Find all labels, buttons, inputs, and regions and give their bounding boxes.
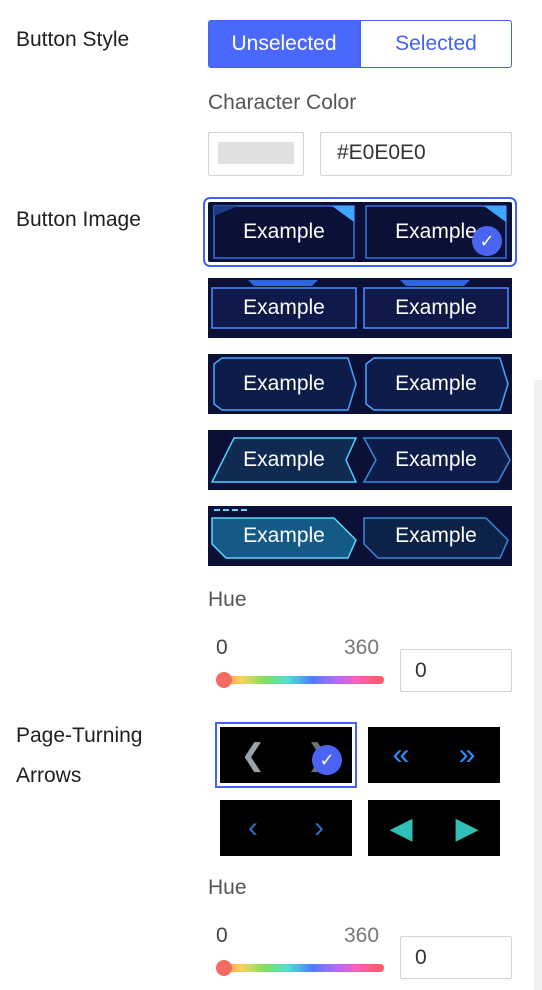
- double-chevron-right-icon: »: [458, 738, 476, 771]
- example-right-label: Example: [395, 448, 477, 471]
- selected-check-icon: ✓: [472, 226, 502, 256]
- page-turning-arrows-label-line1: Page-Turning: [16, 724, 143, 747]
- button-image-option-4[interactable]: Example Example: [208, 430, 512, 490]
- triangle-left-icon: ◀: [389, 811, 413, 845]
- button-image-option-5[interactable]: Example Example: [208, 506, 512, 566]
- arrow-style-option-3[interactable]: ‹ ›: [220, 800, 352, 856]
- triangle-right-icon: ▶: [455, 811, 479, 845]
- example-left-label: Example: [243, 524, 325, 547]
- hue-max-label: 360: [344, 636, 380, 659]
- double-chevron-left-icon: «: [392, 738, 410, 771]
- button-style-segmented-control: Unselected Selected: [208, 20, 512, 68]
- hue-min-label: 0: [216, 636, 228, 659]
- example-left-label: Example: [243, 372, 325, 395]
- chevron-left-icon: ❮: [240, 738, 266, 772]
- arrow-style-option-4[interactable]: ◀ ▶: [368, 800, 500, 856]
- arrow-style-option-1[interactable]: ❮ ❯ ✓: [215, 722, 357, 788]
- arrows-hue-slider[interactable]: [216, 964, 384, 972]
- hex-color-input[interactable]: #E0E0E0: [320, 132, 512, 176]
- example-right-label: Example: [395, 524, 477, 547]
- button-image-option-3[interactable]: Example Example: [208, 354, 512, 414]
- example-left-label: Example: [243, 296, 325, 319]
- arrows-hue-input[interactable]: 0: [400, 936, 512, 979]
- hue-max-label: 360: [344, 924, 380, 947]
- selected-check-icon: ✓: [312, 745, 342, 775]
- button-image-hue-label: Hue: [208, 588, 247, 611]
- selected-style-button[interactable]: Selected: [360, 20, 512, 68]
- page-turning-arrows-label-line2: Arrows: [16, 764, 82, 787]
- example-right-label: Example: [395, 372, 477, 395]
- button-style-label: Button Style: [16, 28, 130, 51]
- example-left-label: Example: [243, 220, 325, 243]
- color-swatch: [218, 142, 294, 164]
- color-swatch-picker[interactable]: [208, 132, 304, 176]
- button-image-hue-slider-handle[interactable]: [216, 672, 232, 688]
- hue-min-label: 0: [216, 924, 228, 947]
- button-image-option-2[interactable]: Example Example: [208, 278, 512, 338]
- chevron-right-icon: ›: [314, 811, 324, 844]
- arrow-style-option-2[interactable]: « »: [368, 727, 500, 783]
- button-image-hue-slider[interactable]: [216, 676, 384, 684]
- example-left-label: Example: [243, 448, 325, 471]
- arrows-hue-label: Hue: [208, 876, 247, 899]
- scrollbar[interactable]: [534, 380, 542, 990]
- button-image-option-1[interactable]: Example Example ✓: [203, 197, 517, 267]
- arrows-hue-slider-handle[interactable]: [216, 960, 232, 976]
- unselected-style-button[interactable]: Unselected: [208, 20, 360, 68]
- character-color-label: Character Color: [208, 91, 357, 114]
- chevron-left-icon: ‹: [248, 811, 258, 844]
- example-right-label: Example: [395, 296, 477, 319]
- button-image-label: Button Image: [16, 208, 141, 231]
- button-image-hue-input[interactable]: 0: [400, 649, 512, 692]
